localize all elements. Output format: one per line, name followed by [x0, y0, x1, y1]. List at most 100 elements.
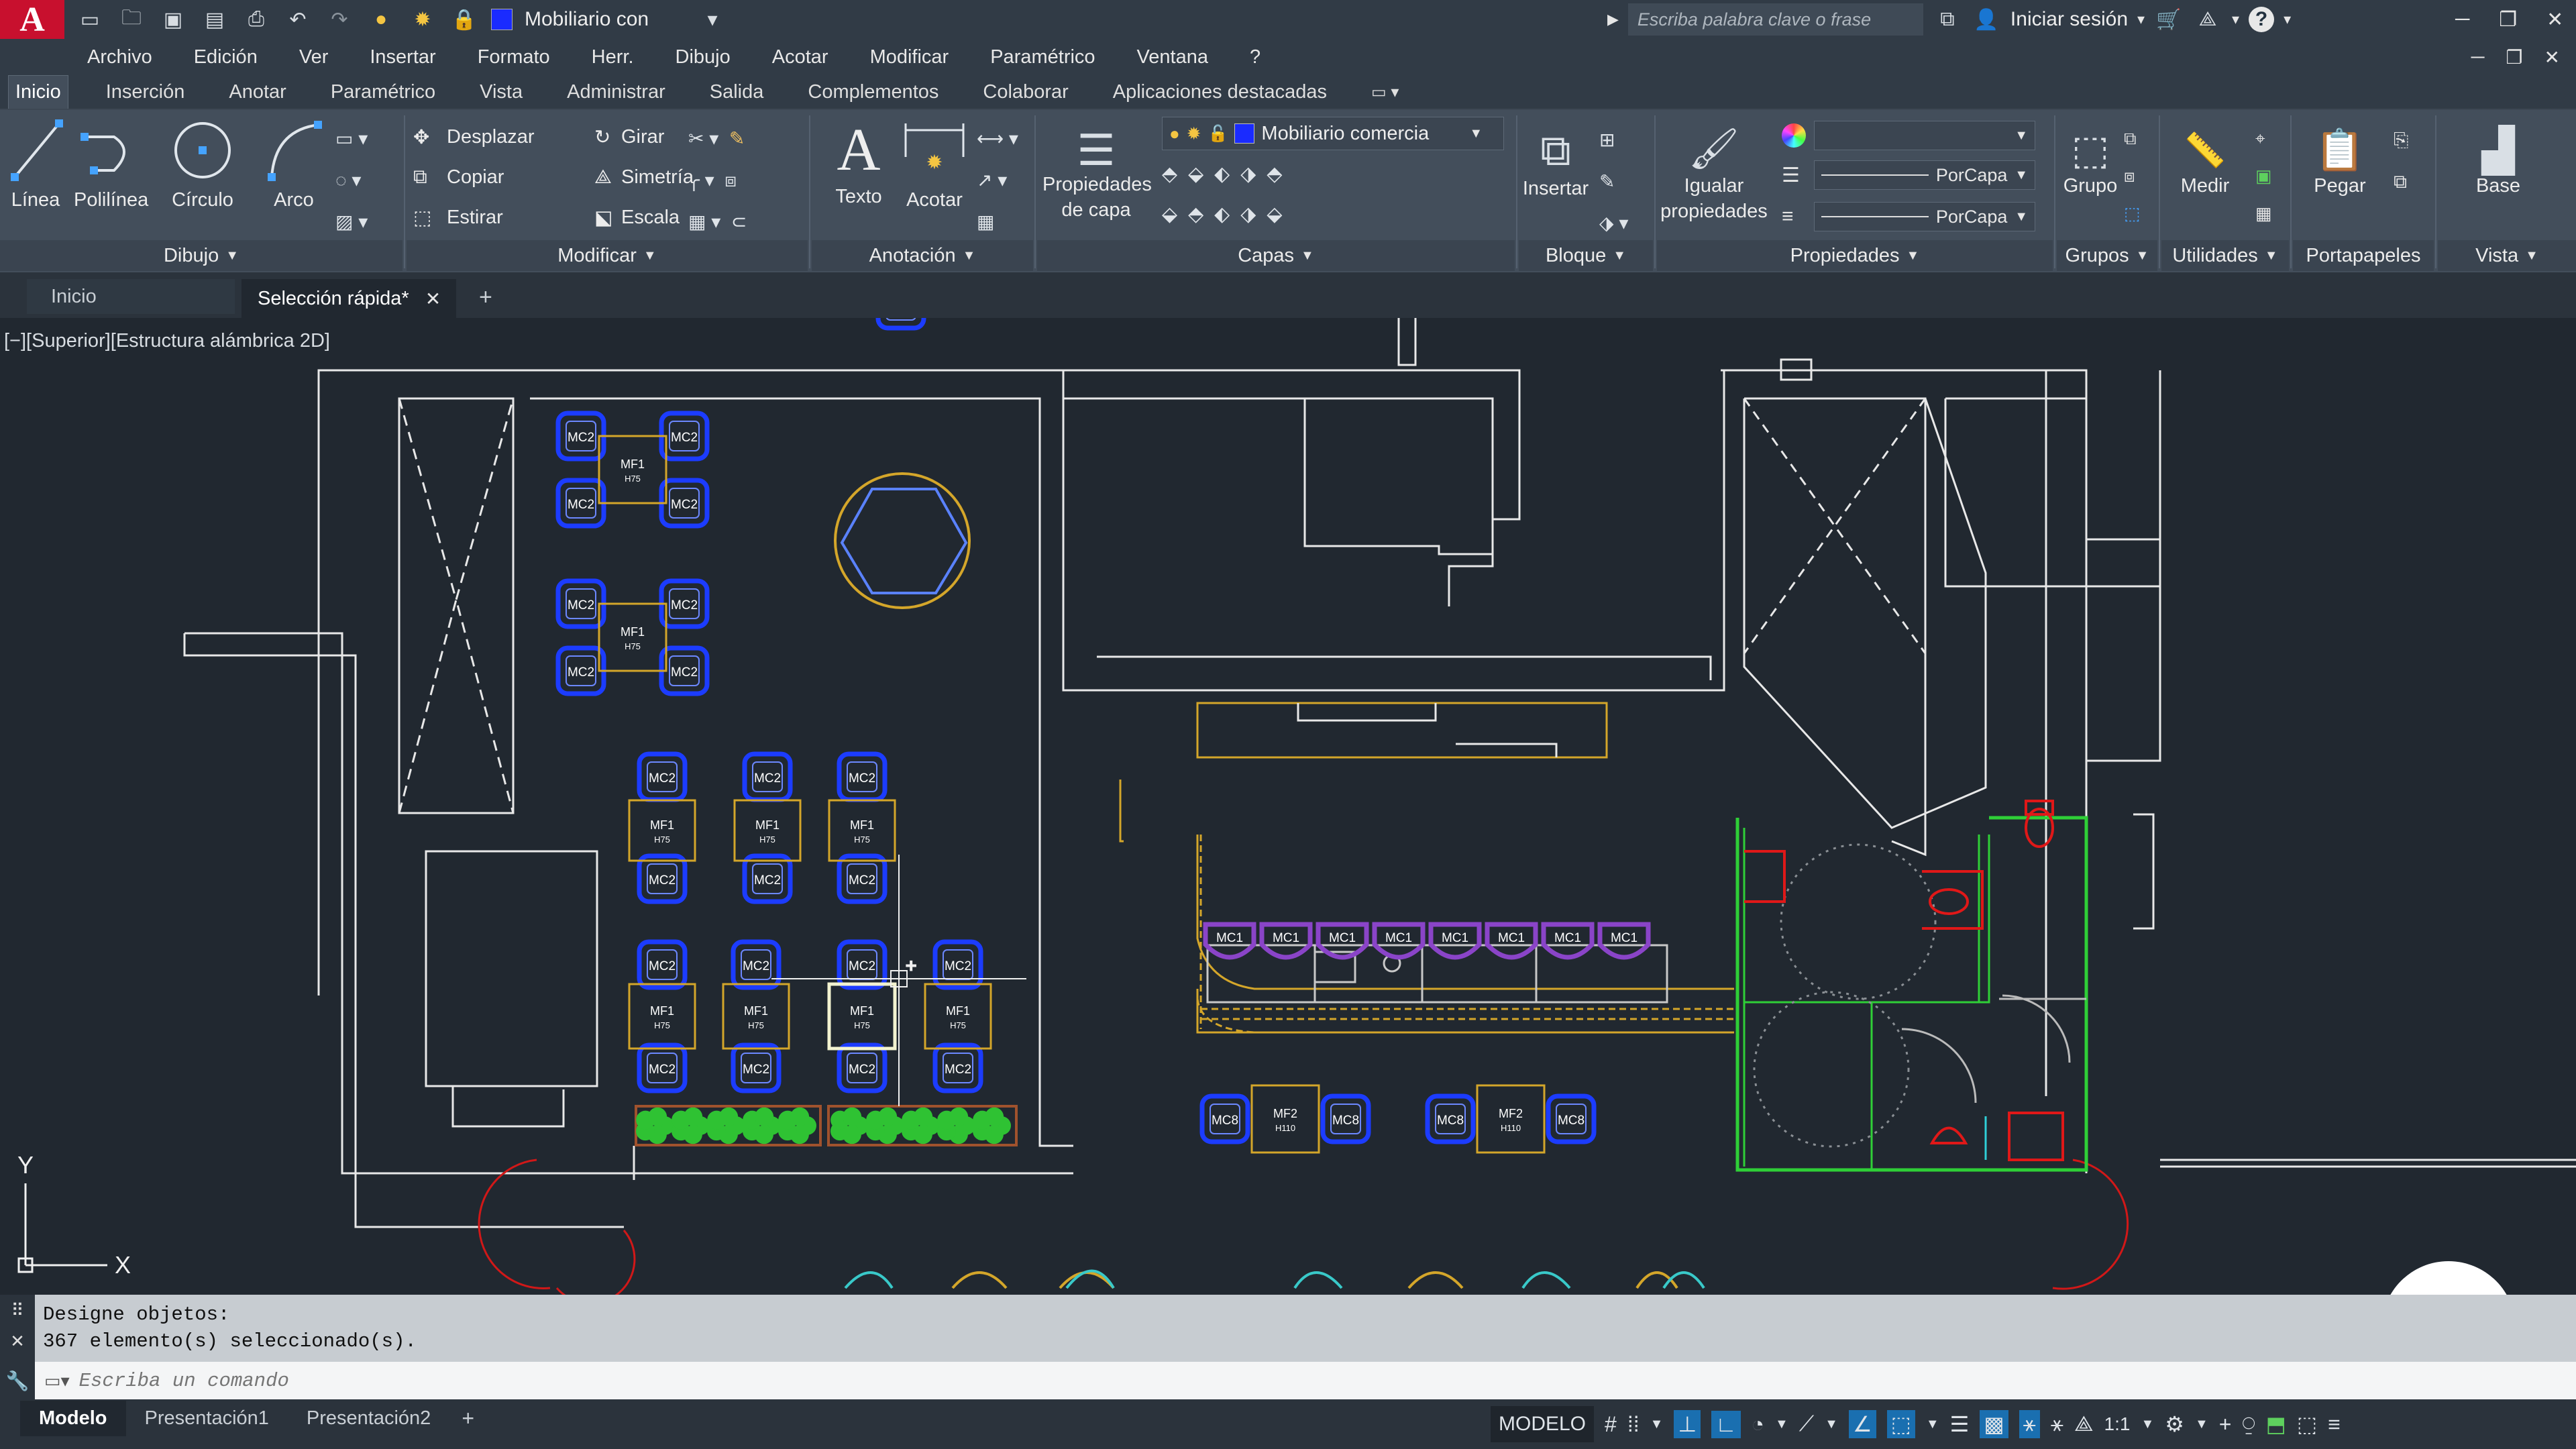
undo-icon[interactable]: ↶	[283, 5, 313, 34]
scale-button[interactable]: Escala	[621, 207, 680, 229]
rotate-button[interactable]: Girar	[621, 126, 664, 148]
hatch-icon[interactable]: ▨ ▾	[335, 201, 396, 243]
erase-icon[interactable]: ✎	[729, 128, 745, 149]
layer-properties-tool[interactable]: ☰ Propiedades de capa	[1042, 117, 1152, 223]
layer-walk-icon[interactable]: ⬙	[1267, 203, 1293, 225]
command-input[interactable]	[78, 1366, 2494, 1395]
base-view-tool[interactable]: ▟ Base	[2451, 117, 2545, 199]
layer-unisolate-icon[interactable]: ⬘	[1188, 203, 1214, 225]
chevron-down-icon[interactable]: ▼	[2136, 248, 2149, 264]
text-tool[interactable]: A Texto	[825, 117, 892, 209]
layer-unlock-icon[interactable]: ⬗	[1240, 203, 1267, 225]
chevron-down-icon[interactable]: ▼	[1825, 1417, 1838, 1432]
chevron-down-icon[interactable]: ▼	[2525, 248, 2538, 264]
doc-tab-seleccion-rapida[interactable]: Selección rápida* ✕	[241, 279, 456, 318]
menu-modificar[interactable]: Modificar	[870, 46, 949, 68]
model-space-button[interactable]: MODELO	[1491, 1406, 1595, 1442]
restore-icon[interactable]: ❐	[2499, 8, 2517, 32]
modify-panel-label[interactable]: Modificar	[557, 245, 637, 267]
ortho-icon[interactable]: ∟	[1711, 1410, 1741, 1438]
menu-dibujo[interactable]: Dibujo	[676, 46, 731, 68]
tab-colaborar[interactable]: Colaborar	[976, 76, 1075, 109]
tab-inicio[interactable]: Inicio	[8, 75, 68, 109]
polar-icon[interactable]: ◔	[1752, 1412, 1764, 1437]
block-panel-label[interactable]: Bloque	[1546, 245, 1606, 267]
layer-lock-icon[interactable]: ⬗	[1240, 163, 1267, 185]
chevron-down-icon[interactable]: ▾	[2137, 11, 2145, 28]
copy-button[interactable]: Copiar	[447, 166, 594, 189]
hatch-boundary-icon[interactable]: ◌ ▾	[335, 160, 396, 201]
menu-edicion[interactable]: Edición	[194, 46, 258, 68]
doc-close-icon[interactable]: ✕	[2544, 46, 2560, 68]
search-field[interactable]: Escriba palabra clave o frase	[1627, 3, 1923, 36]
match-properties-tool[interactable]: 🖌 Igualar propiedades	[1657, 117, 1771, 224]
menu-ver[interactable]: Ver	[299, 46, 329, 68]
play-arrow-icon[interactable]: ▶	[1607, 11, 1619, 28]
lock-icon[interactable]: 🔒	[449, 5, 479, 34]
grid-icon[interactable]: #	[1605, 1412, 1617, 1437]
lineweight-dropdown[interactable]: PorCapa ▼	[1814, 160, 2035, 190]
menu-help[interactable]: ?	[1250, 46, 1260, 68]
isolate-objects-icon[interactable]: ⍜	[2242, 1411, 2255, 1437]
chevron-down-icon[interactable]: ▼	[2265, 248, 2278, 264]
linear-dim-icon[interactable]: ⟷ ▾	[977, 118, 1030, 160]
layer-off-icon[interactable]: ⬘	[1162, 163, 1188, 185]
tab-aplicaciones[interactable]: Aplicaciones destacadas	[1106, 76, 1334, 109]
insert-tool[interactable]: ⧉ Insertar	[1519, 117, 1593, 201]
draw-panel-label[interactable]: Dibujo	[164, 245, 219, 267]
layer-isolate-icon[interactable]: ⬙	[1188, 163, 1214, 185]
layer-dropdown[interactable]: ● ✹ 🔓 Mobiliario comercia ▼	[1162, 117, 1504, 150]
snap-icon[interactable]: ⁞⁞	[1627, 1412, 1640, 1437]
mirror-button[interactable]: Simetría	[621, 166, 694, 189]
tab-insercion[interactable]: Inserción	[99, 76, 192, 109]
help-icon[interactable]: ?	[2249, 7, 2275, 32]
ribbon-toggle-icon[interactable]: ▭ ▾	[1364, 77, 1405, 107]
measure-tool[interactable]: 📏 Medir	[2161, 117, 2249, 199]
block-attribute-icon[interactable]: ⬗ ▾	[1599, 203, 1646, 244]
trim-icon[interactable]: ✂ ▾	[688, 128, 718, 149]
hardware-acceleration-icon[interactable]: ⬒	[2266, 1411, 2286, 1437]
menu-archivo[interactable]: Archivo	[87, 46, 152, 68]
isometric-icon[interactable]: ⟋	[1799, 1411, 1814, 1437]
chevron-down-icon[interactable]: ▼	[1775, 1417, 1788, 1432]
properties-panel-label[interactable]: Propiedades	[1790, 245, 1900, 267]
chevron-down-icon[interactable]: ▼	[1907, 248, 1920, 264]
chevron-down-icon[interactable]: ▼	[225, 248, 239, 264]
tab-complementos[interactable]: Complementos	[801, 76, 945, 109]
menu-ventana[interactable]: Ventana	[1137, 46, 1208, 68]
tab-anotar[interactable]: Anotar	[222, 76, 292, 109]
tab-vista[interactable]: Vista	[473, 76, 529, 109]
line-tool[interactable]: Línea	[5, 117, 66, 213]
layers-panel-label[interactable]: Capas	[1238, 245, 1294, 267]
layout-tab-modelo[interactable]: Modelo	[20, 1400, 126, 1436]
workspace-dropdown[interactable]: Mobiliario con	[525, 8, 686, 31]
lightbulb-icon[interactable]: ●	[366, 5, 396, 34]
paste-tool[interactable]: 📋 Pegar	[2293, 117, 2387, 199]
chevron-down-icon[interactable]: ▼	[1613, 248, 1626, 264]
linetype-dropdown[interactable]: PorCapa ▼	[1814, 202, 2035, 231]
menu-parametrico[interactable]: Paramétrico	[990, 46, 1095, 68]
menu-insertar[interactable]: Insertar	[370, 46, 435, 68]
object-snap-icon[interactable]: ⬚	[1886, 1410, 1915, 1438]
group-tool[interactable]: ⬚ Grupo	[2057, 117, 2124, 199]
edit-block-icon[interactable]: ✎	[1599, 161, 1646, 203]
selection-cycling-icon[interactable]: ⚹	[2019, 1410, 2040, 1438]
stretch-button[interactable]: Estirar	[447, 207, 594, 229]
polyline-tool[interactable]: Polilínea	[74, 117, 148, 213]
save-icon[interactable]: ▣	[158, 5, 188, 34]
chevron-down-icon[interactable]: ▼	[1650, 1417, 1664, 1432]
group-select-icon[interactable]: ⬚	[2124, 195, 2153, 232]
save-as-icon[interactable]: ▤	[200, 5, 229, 34]
close-cmd-icon[interactable]: ✕	[0, 1326, 35, 1356]
explode-icon[interactable]: ⧈	[724, 170, 737, 191]
doc-tab-inicio[interactable]: Inicio	[27, 279, 235, 314]
arc-tool[interactable]: Arco	[262, 117, 326, 213]
chevron-down-icon[interactable]: ▼	[643, 248, 657, 264]
minimize-icon[interactable]: ─	[2455, 8, 2469, 31]
view-panel-label[interactable]: Vista	[2475, 245, 2518, 267]
circle-tool[interactable]: Círculo	[169, 117, 236, 213]
menu-herr[interactable]: Herr.	[592, 46, 634, 68]
annotation-panel-label[interactable]: Anotación	[869, 245, 956, 267]
layer-match-icon[interactable]: ⬘	[1267, 163, 1293, 185]
clipboard-panel-label[interactable]: Portapapeles	[2306, 245, 2421, 267]
